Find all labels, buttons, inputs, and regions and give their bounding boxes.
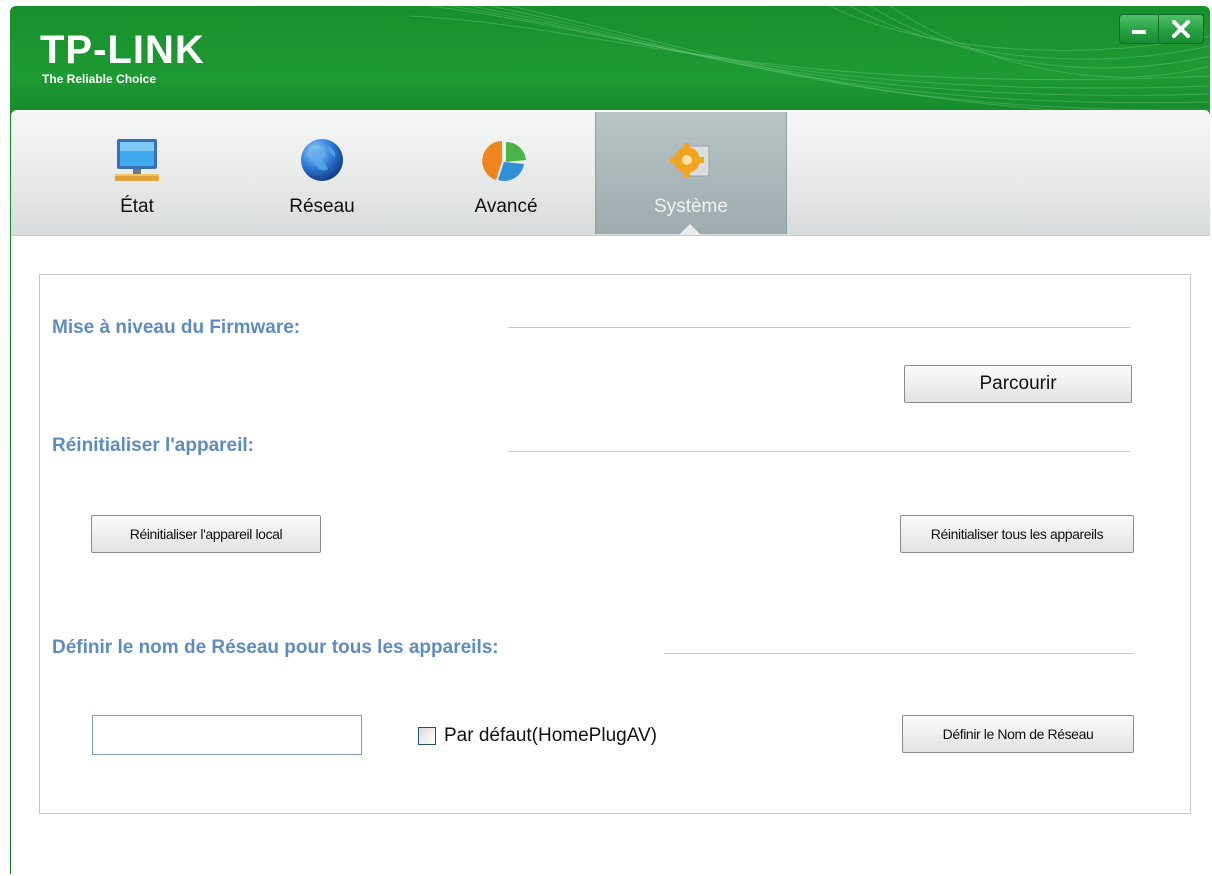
tab-avance[interactable]: Avancé (411, 112, 601, 234)
app-window: TP-LINK The Reliable Choice État Réseau … (10, 6, 1210, 874)
pie-chart-icon (482, 141, 526, 181)
default-network-checkbox-group[interactable]: Par défaut(HomePlugAV) (418, 725, 657, 747)
network-name-input[interactable] (92, 715, 362, 755)
tp-link-logo: TP-LINK The Reliable Choice (40, 30, 205, 86)
tab-systeme[interactable]: Système (595, 112, 787, 235)
section-divider (508, 451, 1130, 452)
logo-tagline: The Reliable Choice (42, 72, 157, 86)
system-settings-panel: Mise à niveau du Firmware: Parcourir Réi… (39, 274, 1191, 814)
header-swirl-decoration (410, 6, 1210, 116)
network-name-section-title: Définir le nom de Réseau pour tous les a… (52, 637, 499, 658)
firmware-section-title: Mise à niveau du Firmware: (52, 317, 301, 338)
gear-icon (670, 143, 710, 177)
reset-all-button[interactable]: Réinitialiser tous les appareils (900, 515, 1134, 553)
minimize-icon (1132, 30, 1146, 34)
reset-local-button[interactable]: Réinitialiser l'appareil local (91, 515, 321, 553)
tab-reseau[interactable]: Réseau (227, 112, 417, 234)
tab-label: Réseau (289, 196, 355, 217)
active-tab-pointer (679, 224, 701, 235)
logo-text: TP-LINK (40, 28, 205, 72)
tab-label: Système (654, 196, 728, 217)
reset-section-title: Réinitialiser l'appareil: (52, 435, 254, 456)
section-divider (508, 327, 1130, 328)
globe-icon (301, 139, 343, 181)
tab-label: État (120, 196, 154, 217)
checkbox-label: Par défaut(HomePlugAV) (444, 725, 657, 746)
section-divider (664, 653, 1134, 654)
tab-etat[interactable]: État (42, 112, 232, 234)
close-icon (1172, 20, 1190, 38)
tab-label: Avancé (474, 196, 538, 217)
browse-button[interactable]: Parcourir (904, 365, 1132, 403)
default-network-checkbox[interactable] (418, 727, 436, 745)
window-controls (1119, 14, 1204, 44)
set-network-name-button[interactable]: Définir le Nom de Réseau (902, 715, 1134, 753)
monitor-icon (115, 139, 159, 181)
main-content: État Réseau Avancé Système Mise à niveau… (11, 110, 1210, 874)
close-button[interactable] (1159, 14, 1204, 44)
minimize-button[interactable] (1119, 14, 1159, 44)
tab-bar: État Réseau Avancé Système (11, 110, 1210, 236)
